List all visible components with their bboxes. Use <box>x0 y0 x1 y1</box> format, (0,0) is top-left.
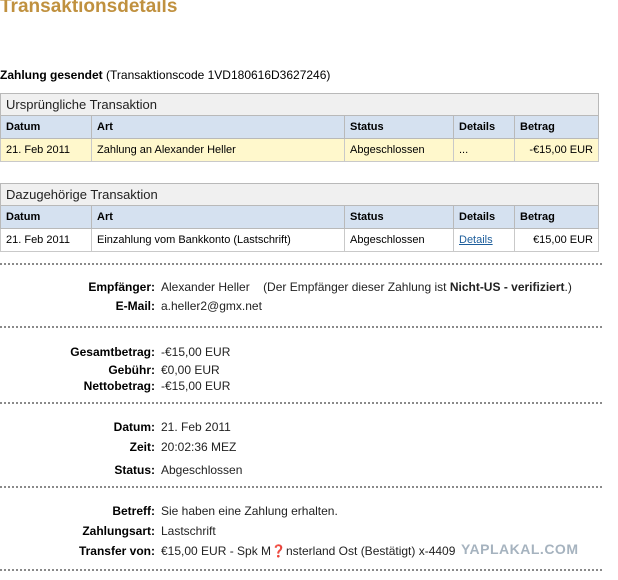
section-divider <box>0 402 602 404</box>
email-value: a.heller2@gmx.net <box>161 299 262 313</box>
payment-method-label: Zahlungsart: <box>82 524 155 538</box>
recipient-name: Alexander Heller <box>161 280 250 294</box>
section-divider <box>0 326 602 328</box>
column-header-type: Art <box>91 205 345 229</box>
original-transaction-heading: Ursprüngliche Transaktion <box>0 93 599 115</box>
column-header-date: Datum <box>0 115 92 139</box>
cell-date: 21. Feb 2011 <box>0 228 92 252</box>
date-label: Datum: <box>113 420 155 434</box>
column-header-amount: Betrag <box>514 115 599 139</box>
payment-summary: Zahlung gesendet (Transaktionscode 1VD18… <box>0 68 330 82</box>
related-transaction-heading: Dazugehörige Transaktion <box>0 183 599 205</box>
cell-status: Abgeschlossen <box>344 228 454 252</box>
payment-method-value: Lastschrift <box>161 524 216 538</box>
table-row: 21. Feb 2011 Zahlung an Alexander Heller… <box>0 138 599 162</box>
fee-label: Gebühr: <box>108 363 155 377</box>
cell-details: ... <box>453 138 515 162</box>
time-label: Zeit: <box>129 440 155 454</box>
column-header-status: Status <box>344 205 454 229</box>
column-header-type: Art <box>91 115 345 139</box>
cell-date: 21. Feb 2011 <box>0 138 92 162</box>
column-header-date: Datum <box>0 205 92 229</box>
status-value: Abgeschlossen <box>161 463 243 477</box>
date-value: 21. Feb 2011 <box>161 420 231 434</box>
table-header-row: Datum Art Status Details Betrag <box>0 205 599 229</box>
subject-value: Sie haben eine Zahlung erhalten. <box>161 504 338 518</box>
recipient-note-pre: (Der Empfänger dieser Zahlung ist <box>263 280 450 294</box>
cell-amount: €15,00 EUR <box>514 228 599 252</box>
transfer-from-value: €15,00 EUR - Spk M❓nsterland Ost (Bestät… <box>161 544 456 558</box>
net-amount-value: -€15,00 EUR <box>161 379 231 393</box>
fee-value: €0,00 EUR <box>161 363 220 377</box>
recipient-verification-status: Nicht-US - verifiziert <box>449 280 565 294</box>
column-header-details: Details <box>453 115 515 139</box>
subject-label: Betreff: <box>112 504 155 518</box>
cell-status: Abgeschlossen <box>344 138 454 162</box>
section-divider <box>0 569 602 571</box>
recipient-note-post: .) <box>564 280 572 294</box>
recipient-value: Alexander Heller (Der Empfänger dieser Z… <box>161 280 572 294</box>
transfer-from-label: Transfer von: <box>78 544 155 558</box>
recipient-label: Empfänger: <box>88 280 155 294</box>
details-link[interactable]: Details <box>459 234 493 246</box>
watermark: YAPLAKAL.COM <box>461 541 579 557</box>
gross-amount-label: Gesamtbetrag: <box>70 345 155 359</box>
cell-details: Details <box>453 228 515 252</box>
time-value: 20:02:36 MEZ <box>161 440 237 454</box>
cell-type: Einzahlung vom Bankkonto (Lastschrift) <box>91 228 345 252</box>
net-amount-label: Nettobetrag: <box>83 379 155 393</box>
page-title: Transaktionsdetails <box>0 0 178 17</box>
email-label: E-Mail: <box>115 299 155 313</box>
transaction-code: (Transaktionscode 1VD180616D3627246) <box>106 68 331 82</box>
column-header-details: Details <box>453 205 515 229</box>
gross-amount-value: -€15,00 EUR <box>161 345 231 359</box>
cell-type: Zahlung an Alexander Heller <box>91 138 345 162</box>
section-divider <box>0 486 602 488</box>
table-row: 21. Feb 2011 Einzahlung vom Bankkonto (L… <box>0 228 599 252</box>
cell-amount: -€15,00 EUR <box>514 138 599 162</box>
related-transaction-table: Dazugehörige Transaktion Datum Art Statu… <box>0 183 599 252</box>
table-header-row: Datum Art Status Details Betrag <box>0 115 599 139</box>
column-header-amount: Betrag <box>514 205 599 229</box>
column-header-status: Status <box>344 115 454 139</box>
original-transaction-table: Ursprüngliche Transaktion Datum Art Stat… <box>0 93 599 162</box>
status-label: Status: <box>114 463 155 477</box>
payment-status: Zahlung gesendet <box>0 68 103 82</box>
section-divider <box>0 263 602 265</box>
